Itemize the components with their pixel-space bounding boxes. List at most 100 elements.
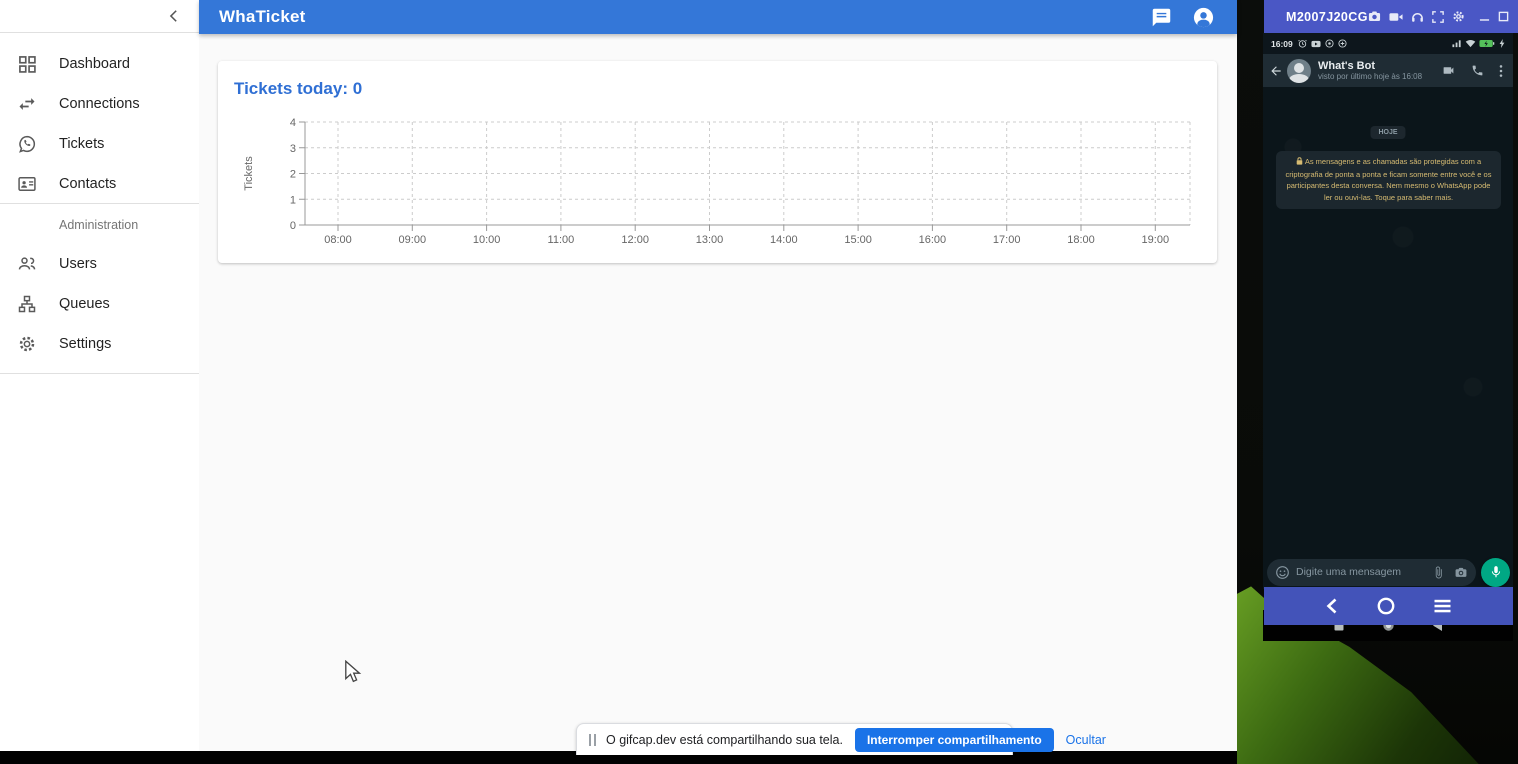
contact-presence: visto por último hoje às 16:08: [1318, 72, 1422, 81]
gear-icon: [15, 334, 39, 354]
sidebar-item-label: Tickets: [59, 136, 104, 152]
encryption-notice[interactable]: As mensagens e as chamadas são protegida…: [1276, 151, 1501, 209]
app-title: WhaTicket: [219, 7, 306, 27]
chevron-left-icon: [1326, 598, 1338, 614]
svg-text:09:00: 09:00: [399, 234, 427, 246]
svg-text:Tickets: Tickets: [243, 156, 255, 191]
voice-record-button[interactable]: [1481, 558, 1510, 587]
tree-icon: [15, 294, 39, 314]
maximize-button[interactable]: [1498, 11, 1509, 22]
alarm-icon: [1298, 39, 1307, 48]
videocam-icon: [1389, 11, 1403, 23]
browser-window: Dashboard Connections Tickets: [0, 0, 1237, 764]
mirror-menu-button[interactable]: [1434, 599, 1451, 613]
sidebar-item-queues[interactable]: Queues: [0, 284, 199, 324]
divider: [0, 373, 199, 374]
contact-info[interactable]: What's Bot visto por último hoje às 16:0…: [1318, 60, 1422, 82]
phone-status-bar: 16:09: [1263, 33, 1513, 54]
account-button[interactable]: [1192, 6, 1215, 29]
svg-text:1: 1: [290, 194, 296, 206]
fullscreen-icon: [1432, 11, 1444, 23]
back-button[interactable]: [1269, 64, 1283, 78]
sidebar-item-settings[interactable]: Settings: [0, 324, 199, 364]
mirror-back-button[interactable]: [1326, 598, 1338, 614]
svg-text:4: 4: [290, 117, 296, 129]
voice-call-button[interactable]: [1471, 64, 1484, 77]
contact-name: What's Bot: [1318, 60, 1422, 73]
paperclip-icon: [1432, 566, 1445, 579]
divider: [0, 203, 199, 204]
youtube-icon: [1311, 40, 1321, 48]
messages-button[interactable]: [1151, 7, 1172, 28]
tickets-chart: 0123408:0009:0010:0011:0012:0013:0014:00…: [218, 61, 1217, 263]
svg-text:15:00: 15:00: [844, 234, 872, 246]
sidebar-item-connections[interactable]: Connections: [0, 84, 199, 124]
sidebar-item-dashboard[interactable]: Dashboard: [0, 44, 199, 84]
sidebar-item-users[interactable]: Users: [0, 244, 199, 284]
camera-icon: [1368, 10, 1381, 23]
maximize-icon: [1498, 11, 1509, 22]
svg-text:10:00: 10:00: [473, 234, 501, 246]
svg-text:19:00: 19:00: [1142, 234, 1170, 246]
screen-share-bar: O gifcap.dev está compartilhando sua tel…: [576, 723, 1013, 755]
whatsapp-icon: [15, 134, 39, 154]
signal-icon: [1452, 39, 1462, 48]
svg-text:18:00: 18:00: [1067, 234, 1095, 246]
sidebar-collapse-button[interactable]: [167, 9, 181, 23]
status-time: 16:09: [1271, 39, 1293, 49]
attach-button[interactable]: [1432, 566, 1445, 579]
minimize-icon: [1479, 11, 1490, 22]
audio-button[interactable]: [1411, 10, 1424, 23]
svg-text:08:00: 08:00: [324, 234, 352, 246]
videocam-icon: [1441, 64, 1456, 77]
phone-icon: [1471, 64, 1484, 77]
phone-screen: 16:09: [1263, 33, 1513, 587]
sidebar-item-label: Connections: [59, 96, 140, 112]
desktop: Dashboard Connections Tickets: [0, 0, 1518, 764]
window-settings-button[interactable]: [1452, 10, 1465, 23]
drag-handle-icon[interactable]: [589, 734, 596, 746]
whatsapp-chat-header: What's Bot visto por último hoje às 16:0…: [1263, 54, 1513, 87]
chat-menu-button[interactable]: [1499, 64, 1503, 78]
tickets-today-card: Tickets today: 0 0123408:0009:0010:0011:…: [218, 61, 1217, 263]
camera-icon: [1454, 566, 1468, 579]
account-icon: [1192, 6, 1215, 29]
camera-button[interactable]: [1454, 566, 1468, 579]
message-placeholder: Digite uma mensagem: [1296, 566, 1432, 578]
message-input[interactable]: Digite uma mensagem: [1267, 559, 1476, 586]
contact-avatar[interactable]: [1287, 59, 1311, 83]
mirror-home-button[interactable]: [1377, 597, 1395, 615]
svg-text:16:00: 16:00: [919, 234, 947, 246]
battery-icon: [1479, 39, 1496, 48]
more-vert-icon: [1499, 64, 1503, 78]
encryption-notice-text: As mensagens e as chamadas são protegida…: [1286, 157, 1492, 202]
circle-icon: [1377, 597, 1395, 615]
minimize-button[interactable]: [1479, 11, 1490, 22]
phone-window-title: M2007J20CG: [1286, 10, 1368, 24]
screenshot-button[interactable]: [1368, 10, 1381, 23]
video-call-button[interactable]: [1441, 64, 1456, 77]
svg-text:13:00: 13:00: [696, 234, 724, 246]
sidebar-item-label: Queues: [59, 296, 110, 312]
swap-icon: [15, 94, 39, 114]
svg-text:14:00: 14:00: [770, 234, 798, 246]
sidebar-item-tickets[interactable]: Tickets: [0, 124, 199, 164]
sidebar-item-label: Contacts: [59, 176, 116, 192]
wifi-icon: [1465, 39, 1476, 48]
svg-text:11:00: 11:00: [548, 234, 575, 246]
dashboard-icon: [15, 54, 39, 74]
mic-icon: [1489, 565, 1503, 579]
back-arrow-icon: [1269, 64, 1283, 78]
menu-icon: [1434, 599, 1451, 613]
sidebar-item-contacts[interactable]: Contacts: [0, 164, 199, 204]
svg-text:2: 2: [290, 169, 296, 181]
sidebar-section-administration: Administration: [59, 218, 199, 232]
emoji-button[interactable]: [1275, 565, 1290, 580]
fullscreen-button[interactable]: [1432, 11, 1444, 23]
chat-icon: [1151, 7, 1172, 28]
record-button[interactable]: [1389, 11, 1403, 23]
stop-sharing-button[interactable]: Interromper compartilhamento: [855, 728, 1054, 752]
hide-share-bar-button[interactable]: Ocultar: [1066, 733, 1106, 747]
phone-window-titlebar[interactable]: M2007J20CG: [1264, 0, 1518, 33]
contact-card-icon: [15, 174, 39, 194]
